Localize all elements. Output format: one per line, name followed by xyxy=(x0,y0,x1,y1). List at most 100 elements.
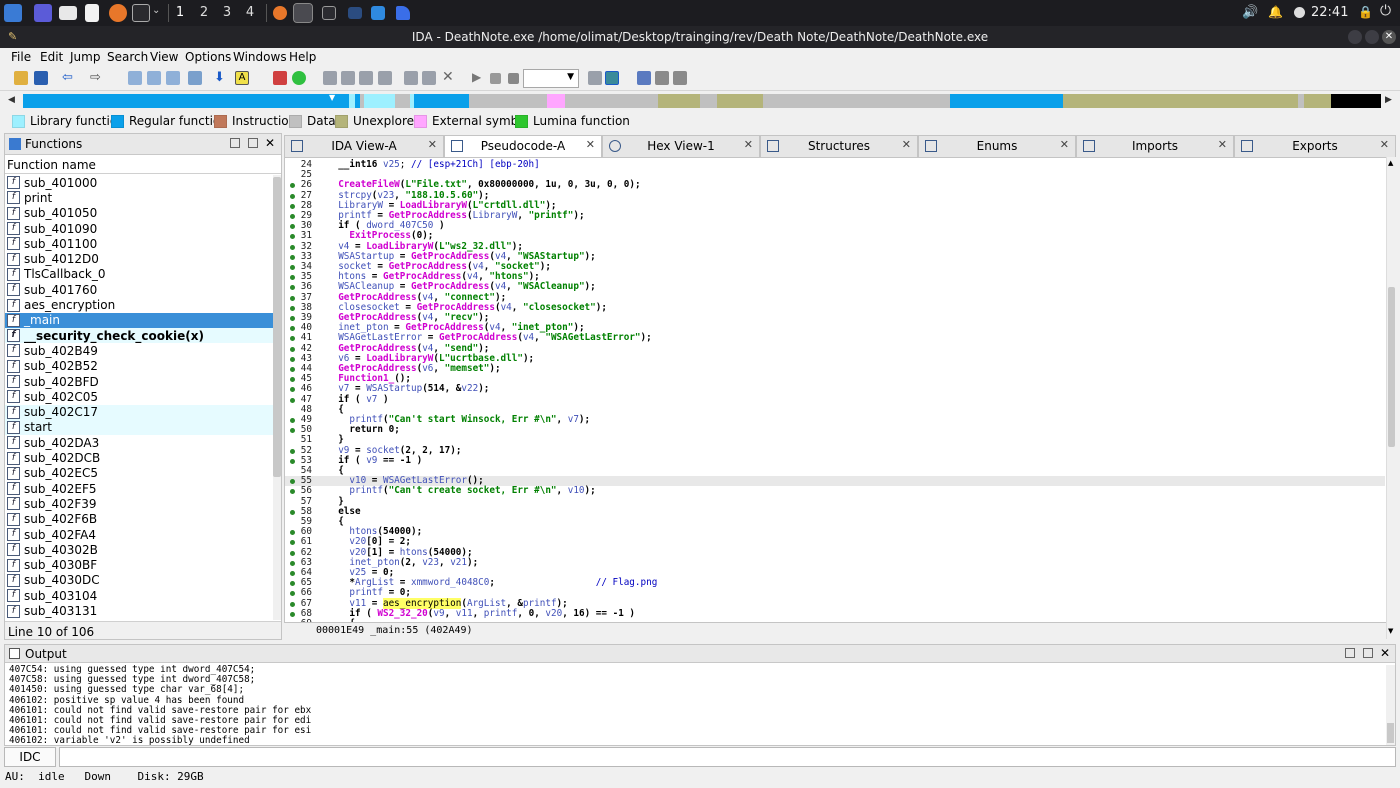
breakpoint-dot[interactable] xyxy=(290,611,295,617)
save-icon[interactable] xyxy=(34,71,48,85)
pseudocode-scrollbar[interactable]: ▲ ▼ xyxy=(1386,157,1396,639)
band-segment[interactable] xyxy=(949,94,1064,108)
code-line[interactable]: 59 { xyxy=(285,516,1385,527)
breakpoint-dot[interactable] xyxy=(290,448,295,454)
function-list[interactable]: f sub_401000 f print f sub_401050 f sub_401090 f… xyxy=(5,175,273,618)
panel-float-button[interactable] xyxy=(1345,648,1355,658)
list-icon[interactable] xyxy=(637,71,651,85)
breakpoint-dot[interactable] xyxy=(290,265,295,270)
function-row[interactable]: f start xyxy=(5,419,273,436)
scrollbar-thumb[interactable] xyxy=(1387,723,1394,743)
functions-scrollbar[interactable] xyxy=(273,175,281,620)
enum-icon[interactable] xyxy=(341,71,355,85)
code-line[interactable]: 58 else xyxy=(285,506,1385,517)
workspace-1[interactable]: 1 xyxy=(173,5,187,20)
breakpoint-dot[interactable] xyxy=(290,193,295,199)
panel-dock-button[interactable] xyxy=(248,138,258,148)
function-row[interactable]: f sub_402F6B xyxy=(5,512,273,527)
band-segment[interactable] xyxy=(469,94,547,108)
breakpoint-dot[interactable] xyxy=(290,418,295,423)
scrollbar-thumb[interactable] xyxy=(273,177,281,477)
breakpoint-dot[interactable] xyxy=(290,601,295,607)
idc-command-input[interactable] xyxy=(59,747,1396,767)
function-row[interactable]: f sub_402EC5 xyxy=(5,466,273,481)
tab-ida-view[interactable]: IDA View-A ✕ xyxy=(284,135,444,157)
maximize-button[interactable] xyxy=(1365,30,1379,44)
pseudocode-view[interactable]: 24 __int16 v25; // [esp+21Ch] [ebp-20h] 2… xyxy=(284,157,1387,623)
patch-icon[interactable] xyxy=(404,71,418,85)
band-left-arrow-icon[interactable]: ◀ xyxy=(8,95,15,105)
navigation-band-segments[interactable] xyxy=(23,94,1381,108)
breakpoint-dot[interactable] xyxy=(290,367,295,372)
function-row[interactable]: f TlsCallback_0 xyxy=(5,267,273,282)
code-line[interactable]: 29 printf = GetProcAddress(LibraryW, "pr… xyxy=(285,210,1385,221)
firefox-task-icon[interactable] xyxy=(273,6,287,20)
breakpoint-dot[interactable] xyxy=(290,305,295,311)
code-line[interactable]: 63 inet_pton(2, v23, v21); xyxy=(285,557,1385,568)
function-row[interactable]: f sub_402FA4 xyxy=(5,527,273,542)
function-row[interactable]: f sub_402B49 xyxy=(5,343,273,358)
band-segment[interactable] xyxy=(763,94,950,108)
desktop-icon[interactable] xyxy=(34,4,52,22)
breakpoint-dot[interactable] xyxy=(290,397,295,403)
xref-icon[interactable] xyxy=(359,71,373,85)
code-line[interactable]: 53 if ( v9 == -1 ) xyxy=(285,455,1385,466)
breakpoint-dot[interactable] xyxy=(290,244,295,250)
breakpoint-dot[interactable] xyxy=(290,509,295,515)
breakpoint-icon[interactable] xyxy=(655,71,669,85)
back-arrow-icon[interactable]: ⇦ xyxy=(62,70,73,85)
pin-icon[interactable] xyxy=(422,71,436,85)
breakpoint-dot[interactable] xyxy=(290,214,295,219)
band-segment[interactable] xyxy=(658,94,700,108)
search-next-icon[interactable] xyxy=(188,71,202,85)
tab-enums[interactable]: Enums ✕ xyxy=(918,135,1076,157)
terminal-task-icon[interactable] xyxy=(322,6,336,20)
open-icon[interactable] xyxy=(14,71,28,85)
function-row[interactable]: f sub_402C17 xyxy=(5,404,273,420)
tab-exports[interactable]: Exports ✕ xyxy=(1234,135,1396,157)
scrollbar-thumb[interactable] xyxy=(1388,287,1395,447)
code-line[interactable]: 49 printf("Can't start Winsock, Err #\n"… xyxy=(285,414,1385,425)
band-segment[interactable] xyxy=(1303,94,1332,108)
function-row[interactable]: f sub_4012D0 xyxy=(5,252,273,267)
output-log[interactable]: 407C54: using guessed type int dword_407… xyxy=(5,665,1385,747)
breakpoint-dot[interactable] xyxy=(290,356,295,362)
tools-icon[interactable] xyxy=(673,71,687,85)
scroll-down-icon[interactable]: ▼ xyxy=(1388,627,1393,635)
menu-view[interactable]: View xyxy=(150,50,178,64)
breakpoint-dot[interactable] xyxy=(290,346,295,352)
code-line[interactable]: 56 printf("Can't create socket, Err #\n"… xyxy=(285,486,1385,496)
structure-icon[interactable] xyxy=(323,71,337,85)
function-row[interactable]: f sub_401760 xyxy=(5,282,273,297)
function-row[interactable]: f sub_402DCB xyxy=(5,450,273,465)
tab-structures[interactable]: Structures ✕ xyxy=(760,135,918,157)
function-row[interactable]: f sub_401050 xyxy=(5,206,273,221)
code-line[interactable]: 46 v7 = WSAStartup(514, &v22); xyxy=(285,384,1385,394)
forward-arrow-icon[interactable]: ⇨ xyxy=(90,70,101,85)
sync-icon[interactable] xyxy=(605,71,619,85)
function-name-column-header[interactable]: Function name xyxy=(5,158,281,174)
band-segment[interactable] xyxy=(716,94,764,108)
tab-close-icon[interactable]: ✕ xyxy=(586,138,595,151)
function-row[interactable]: f aes_encryption xyxy=(5,297,273,312)
green-dot-icon[interactable] xyxy=(292,71,306,85)
code-line[interactable]: 47 if ( v7 ) xyxy=(285,394,1385,405)
scroll-up-icon[interactable]: ▲ xyxy=(1388,159,1393,167)
tab-pseudocode[interactable]: Pseudocode-A ✕ xyxy=(444,135,602,157)
workspace-3[interactable]: 3 xyxy=(220,5,234,20)
firefox-icon[interactable] xyxy=(109,4,127,22)
function-row[interactable]: f sub_4030BF xyxy=(5,558,273,573)
band-right-arrow-icon[interactable]: ▶ xyxy=(1385,95,1392,105)
ida-task-icon[interactable] xyxy=(293,3,313,23)
code-line[interactable]: 24 __int16 v25; // [esp+21Ch] [ebp-20h] xyxy=(285,159,1385,170)
output-scrollbar[interactable] xyxy=(1386,665,1395,745)
menu-help[interactable]: Help xyxy=(289,50,316,64)
code-line[interactable]: 57 } xyxy=(285,496,1385,507)
menu-search[interactable]: Search xyxy=(107,50,148,64)
code-line[interactable]: 68 if ( WS2_32_20(v9, v11, printf, 0, v2… xyxy=(285,608,1385,619)
minimize-button[interactable] xyxy=(1348,30,1362,44)
function-row[interactable]: f sub_402F39 xyxy=(5,496,273,511)
chevron-down-icon[interactable]: ⌄ xyxy=(152,5,160,16)
debugger-select[interactable]: ▼ xyxy=(523,69,579,88)
band-segment[interactable] xyxy=(1331,94,1381,108)
